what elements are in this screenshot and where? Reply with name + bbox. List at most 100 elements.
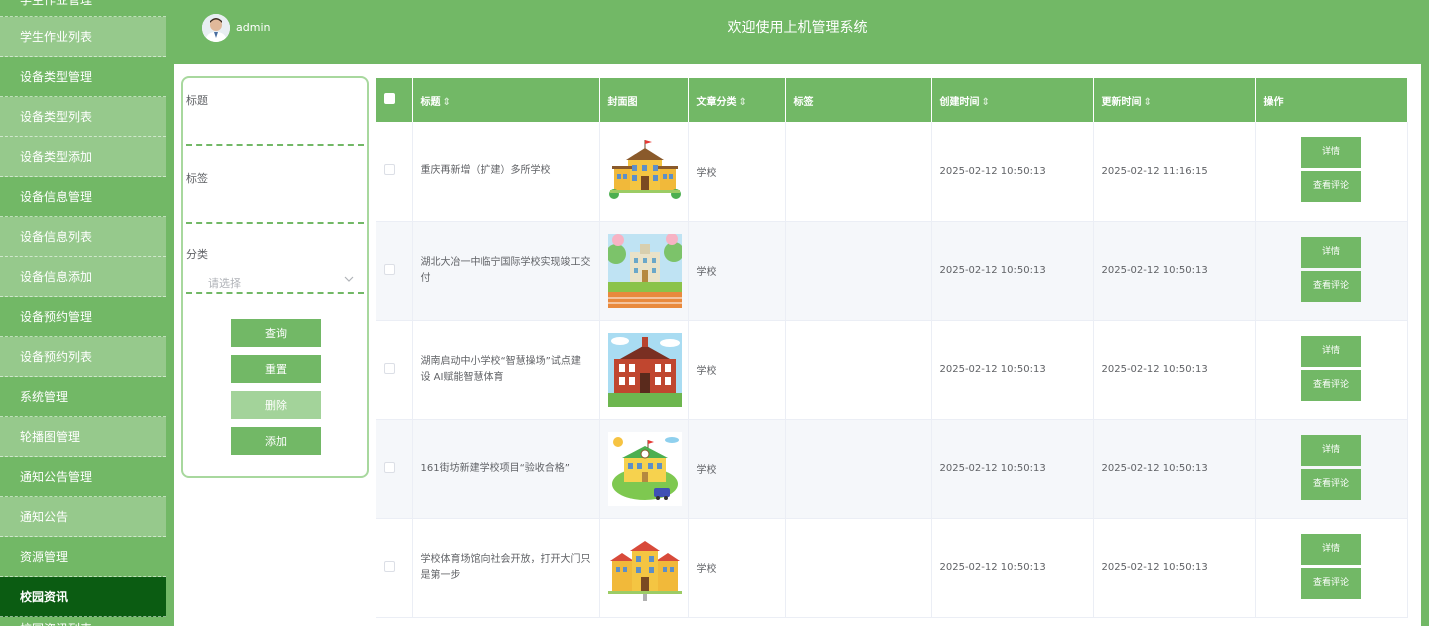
title-cell: 学校体育场馆向社会开放，打开大门只是第一步 <box>412 518 600 618</box>
header-created[interactable]: 创建时间 ⇕ <box>931 78 1094 122</box>
sidebar-item-campus-news-list[interactable]: 校园资讯列表 <box>0 617 166 626</box>
title-cell: 湖南启动中小学校“智慧操场”试点建设 AI赋能智慧体育 <box>412 320 600 420</box>
view-comments-button[interactable]: 查看评论 <box>1301 369 1361 401</box>
row-title: 湖南启动中小学校“智慧操场”试点建设 AI赋能智慧体育 <box>420 355 581 383</box>
category-cell: 学校 <box>688 419 786 519</box>
updated-cell: 2025-02-12 10:50:13 <box>1093 518 1256 618</box>
category-cell: 学校 <box>688 221 786 321</box>
school-building-image[interactable] <box>607 530 682 605</box>
header-title[interactable]: 标题 ⇕ <box>412 78 600 122</box>
search-panel: 标题 标签 分类 请选择 查询 重置 删除 添加 <box>181 76 369 478</box>
row-checkbox[interactable] <box>384 362 395 374</box>
tag-cell <box>785 221 932 321</box>
row-checkbox[interactable] <box>384 461 395 473</box>
table-row: 重庆再新增（扩建）多所学校 学校 2025-02-12 10:50:13 202… <box>376 122 1408 222</box>
header-tag: 标签 <box>785 78 932 122</box>
delete-button[interactable]: 删除 <box>231 391 321 419</box>
sort-icon[interactable]: ⇕ <box>982 97 990 108</box>
row-checkbox[interactable] <box>384 164 395 176</box>
detail-button[interactable]: 详情 <box>1301 434 1361 466</box>
sidebar-item-device-info-list[interactable]: 设备信息列表 <box>0 217 166 257</box>
category-field-label: 分类 <box>186 248 208 261</box>
chevron-down-icon <box>344 274 354 287</box>
header-actions: 操作 <box>1255 78 1408 122</box>
add-button[interactable]: 添加 <box>231 427 321 455</box>
row-select-cell <box>376 221 413 321</box>
sidebar-item-device-info-add[interactable]: 设备信息添加 <box>0 257 166 297</box>
school-building-image[interactable] <box>607 332 682 407</box>
title-input[interactable] <box>186 124 364 146</box>
view-comments-button[interactable]: 查看评论 <box>1301 171 1361 203</box>
header-category[interactable]: 文章分类 ⇕ <box>688 78 786 122</box>
sidebar-item-campus-news[interactable]: 校园资讯 <box>0 577 166 617</box>
actions-cell: 详情 查看评论 <box>1255 419 1408 519</box>
detail-button[interactable]: 详情 <box>1301 236 1361 268</box>
sidebar-item-system-manage[interactable]: 系统管理 <box>0 377 166 417</box>
detail-button[interactable]: 详情 <box>1301 335 1361 367</box>
category-cell: 学校 <box>688 518 786 618</box>
school-building-image[interactable] <box>607 233 682 308</box>
sidebar-item-notice-manage[interactable]: 通知公告管理 <box>0 457 166 497</box>
sort-icon[interactable]: ⇕ <box>1144 97 1152 108</box>
tag-cell <box>785 122 932 222</box>
page-title: 欢迎使用上机管理系统 <box>727 20 868 36</box>
sidebar-item-homework-manage[interactable]: 学生作业管理 <box>0 0 166 17</box>
tag-cell <box>785 419 932 519</box>
sidebar-item-resource-manage[interactable]: 资源管理 <box>0 537 166 577</box>
row-checkbox[interactable] <box>384 263 395 275</box>
school-building-image[interactable] <box>607 431 682 506</box>
cover-cell <box>599 320 689 420</box>
table-row: 湖北大冶一中临宁国际学校实现竣工交付 学校 2025-02-12 10:50:1… <box>376 221 1408 321</box>
created-cell: 2025-02-12 10:50:13 <box>931 221 1094 321</box>
sidebar-item-carousel-manage[interactable]: 轮播图管理 <box>0 417 166 457</box>
cover-cell <box>599 518 689 618</box>
table-row: 学校体育场馆向社会开放，打开大门只是第一步 学校 2025-02-12 10:5… <box>376 518 1408 618</box>
select-all-cell <box>376 78 413 122</box>
title-cell: 161街坊新建学校项目“验收合格” <box>412 419 600 519</box>
detail-button[interactable]: 详情 <box>1301 137 1361 169</box>
sidebar-item-booking-manage[interactable]: 设备预约管理 <box>0 297 166 337</box>
reset-button[interactable]: 重置 <box>231 355 321 383</box>
view-comments-button[interactable]: 查看评论 <box>1301 468 1361 500</box>
row-select-cell <box>376 122 413 222</box>
select-all-checkbox[interactable] <box>384 93 395 104</box>
category-select[interactable]: 请选择 <box>186 270 364 294</box>
sort-icon[interactable]: ⇕ <box>739 97 747 108</box>
sidebar-item-homework-list[interactable]: 学生作业列表 <box>0 17 166 57</box>
sidebar-item-device-info-manage[interactable]: 设备信息管理 <box>0 177 166 217</box>
tag-field-label: 标签 <box>186 172 208 185</box>
sidebar-item-notice[interactable]: 通知公告 <box>0 497 166 537</box>
top-header: admin 欢迎使用上机管理系统 <box>166 0 1429 56</box>
row-title: 湖北大冶一中临宁国际学校实现竣工交付 <box>420 256 591 284</box>
view-comments-button[interactable]: 查看评论 <box>1301 270 1361 302</box>
sort-icon[interactable]: ⇕ <box>443 97 451 108</box>
table-row: 湖南启动中小学校“智慧操场”试点建设 AI赋能智慧体育 学校 2025-02-1… <box>376 320 1408 420</box>
query-button[interactable]: 查询 <box>231 319 321 347</box>
actions-cell: 详情 查看评论 <box>1255 518 1408 618</box>
title-field-label: 标题 <box>186 94 208 107</box>
detail-button[interactable]: 详情 <box>1301 533 1361 565</box>
category-cell: 学校 <box>688 320 786 420</box>
actions-cell: 详情 查看评论 <box>1255 221 1408 321</box>
row-title: 161街坊新建学校项目“验收合格” <box>420 462 570 474</box>
row-title: 重庆再新增（扩建）多所学校 <box>420 165 551 177</box>
news-table: 标题 ⇕ 封面图 文章分类 ⇕ 标签 创建时间 ⇕ 更新时间 ⇕ 操作 重庆再新增（扩建… <box>376 78 1408 618</box>
school-building-image[interactable] <box>607 134 682 209</box>
cover-cell <box>599 419 689 519</box>
sidebar-item-device-type-add[interactable]: 设备类型添加 <box>0 137 166 177</box>
header-updated[interactable]: 更新时间 ⇕ <box>1093 78 1256 122</box>
created-cell: 2025-02-12 10:50:13 <box>931 122 1094 222</box>
sidebar-item-device-type-manage[interactable]: 设备类型管理 <box>0 57 166 97</box>
tag-input[interactable] <box>186 202 364 224</box>
row-checkbox[interactable] <box>384 560 395 572</box>
sidebar-item-device-type-list[interactable]: 设备类型列表 <box>0 97 166 137</box>
sidebar-item-booking-list[interactable]: 设备预约列表 <box>0 337 166 377</box>
row-title: 学校体育场馆向社会开放，打开大门只是第一步 <box>420 553 591 581</box>
table-row: 161街坊新建学校项目“验收合格” 学校 2025-02-12 10:50:13… <box>376 419 1408 519</box>
row-select-cell <box>376 320 413 420</box>
view-comments-button[interactable]: 查看评论 <box>1301 567 1361 599</box>
cover-cell <box>599 221 689 321</box>
created-cell: 2025-02-12 10:50:13 <box>931 419 1094 519</box>
sidebar: 学生作业管理 学生作业列表 设备类型管理 设备类型列表 设备类型添加 设备信息管… <box>0 0 166 626</box>
cover-cell <box>599 122 689 222</box>
